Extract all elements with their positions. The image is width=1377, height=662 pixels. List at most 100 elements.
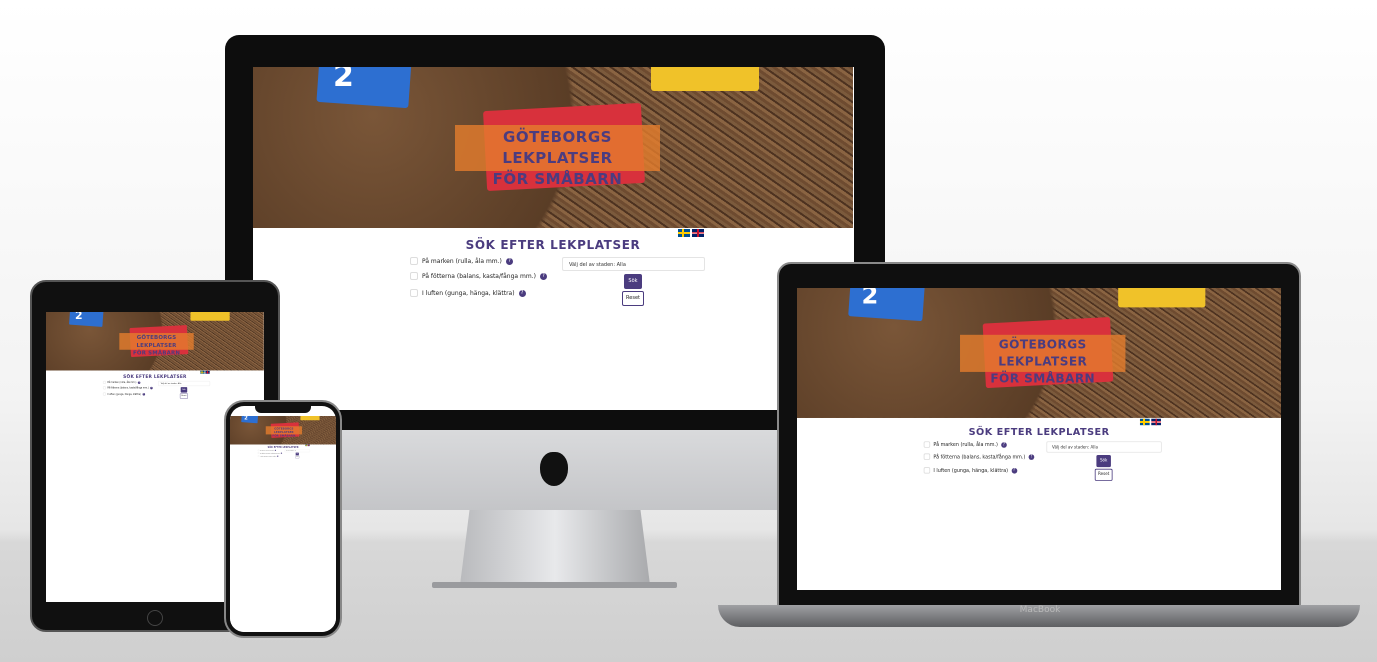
tile-number: 2 [244, 416, 248, 421]
language-switcher [678, 229, 704, 237]
option-ground[interactable]: På marken (rulla, åla mm.)? [410, 257, 513, 265]
phone-screen: 2 GÖTEBORGS LEKPLATSER FÖR SMÅBARN SÖK E… [230, 406, 336, 632]
option-air[interactable]: I luften (gunga, hänga, klättra)? [923, 467, 1017, 474]
title-line-1: GÖTEBORGS LEKPLATSER [136, 334, 177, 349]
help-icon[interactable]: ? [518, 289, 526, 297]
help-icon[interactable]: ? [1001, 441, 1007, 448]
option-air[interactable]: I luften (gunga, hänga, klättra)? [257, 455, 279, 457]
checkbox[interactable] [410, 257, 418, 265]
search-heading: SÖK EFTER LEKPLATSER [968, 425, 1110, 438]
option-ground[interactable]: På marken (rulla, åla mm.)? [923, 441, 1007, 448]
checkbox[interactable] [923, 441, 931, 448]
phone-notch [255, 405, 311, 413]
help-icon[interactable]: ? [142, 392, 145, 396]
hero-banner: 2 GÖTEBORGS LEKPLATSER FÖR SMÅBARN [230, 416, 336, 445]
reset-button[interactable]: Reset [1094, 468, 1113, 481]
reset-button[interactable]: Reset [622, 291, 644, 306]
option-air[interactable]: I luften (gunga, hänga, klättra)? [102, 392, 145, 396]
help-icon[interactable]: ? [1011, 467, 1017, 474]
option-air[interactable]: I luften (gunga, hänga, klättra)? [410, 289, 526, 297]
checkbox[interactable] [102, 380, 106, 384]
checkbox[interactable] [102, 392, 106, 396]
title-line-1: GÖTEBORGS LEKPLATSER [998, 337, 1088, 369]
option-label: På fötterna (balans, kasta/fånga mm.) [422, 272, 536, 280]
laptop-label: MacBook [1019, 605, 1061, 615]
hero-banner: 2 GÖTEBORGS LEKPLATSER FÖR SMÅBARN [253, 67, 853, 228]
option-label: På marken (rulla, åla mm.) [933, 441, 998, 448]
help-icon[interactable]: ? [150, 386, 153, 390]
checkbox[interactable] [923, 453, 931, 460]
website: 2 GÖTEBORGS LEKPLATSER FÖR SMÅBARN SÖK E… [797, 288, 1281, 590]
option-feet[interactable]: På fötterna (balans, kasta/fånga mm.)? [257, 452, 283, 454]
checkbox[interactable] [410, 272, 418, 280]
swedish-flag-icon[interactable] [678, 229, 690, 237]
option-label: På fötterna (balans, kasta/fånga mm.) [933, 453, 1026, 460]
search-button[interactable]: Sök [180, 387, 188, 393]
website: 2 GÖTEBORGS LEKPLATSER FÖR SMÅBARN SÖK E… [230, 416, 336, 632]
option-label: På marken (rulla, åla mm.) [107, 381, 137, 384]
reset-button[interactable]: Reset [179, 393, 188, 399]
checkbox[interactable] [923, 467, 931, 474]
search-heading: SÖK EFTER LEKPLATSER [465, 238, 641, 252]
yellow-tile-image [1118, 288, 1206, 308]
search-button[interactable]: Sök [1096, 455, 1111, 468]
help-icon[interactable]: ? [539, 272, 547, 280]
help-icon[interactable]: ? [274, 449, 277, 451]
site-title: GÖTEBORGS LEKPLATSER FÖR SMÅBARN [960, 334, 1126, 386]
search-heading: SÖK EFTER LEKPLATSER [123, 374, 187, 380]
help-icon[interactable]: ? [280, 452, 283, 454]
uk-flag-icon[interactable] [1151, 418, 1161, 426]
title-line-1: GÖTEBORGS LEKPLATSER [274, 426, 294, 434]
option-feet[interactable]: På fötterna (balans, kasta/fånga mm.)? [410, 272, 547, 280]
title-line-2: FÖR SMÅBARN [132, 349, 181, 356]
option-label: På fötterna (balans, kasta/fånga mm.) [107, 386, 149, 390]
tablet-home-button[interactable] [147, 610, 163, 626]
imac-screen: 2 GÖTEBORGS LEKPLATSER FÖR SMÅBARN SÖK E… [253, 67, 854, 410]
yellow-tile-image [300, 416, 320, 421]
checkbox[interactable] [102, 386, 106, 390]
website: 2 GÖTEBORGS LEKPLATSER FÖR SMÅBARN SÖK E… [253, 67, 853, 410]
district-select[interactable]: Välj del av staden: Alla [158, 380, 211, 387]
phone-time: 9:41 [240, 408, 252, 414]
option-ground[interactable]: På marken (rulla, åla mm.)? [257, 449, 277, 452]
swedish-flag-icon[interactable] [1139, 418, 1150, 426]
option-label: På fötterna (balans, kasta/fånga mm.) [259, 452, 281, 454]
yellow-tile-image [190, 312, 230, 321]
uk-flag-icon[interactable] [692, 229, 704, 237]
option-feet[interactable]: På fötterna (balans, kasta/fånga mm.)? [923, 453, 1035, 460]
site-title: GÖTEBORGS LEKPLATSER FÖR SMÅBARN [119, 333, 194, 356]
title-line-2: FÖR SMÅBARN [272, 434, 296, 438]
tile-number: 2 [75, 312, 83, 322]
blue-tile-image [848, 288, 925, 322]
title-line-1: GÖTEBORGS LEKPLATSER [502, 128, 613, 167]
blue-tile-image [316, 67, 412, 109]
language-switcher [1139, 418, 1161, 426]
option-label: I luften (gunga, hänga, klättra) [933, 467, 1009, 474]
laptop-screen: 2 GÖTEBORGS LEKPLATSER FÖR SMÅBARN SÖK E… [797, 288, 1281, 590]
search-button[interactable]: Sök [624, 274, 642, 289]
option-label: På marken (rulla, åla mm.) [259, 449, 275, 451]
option-label: I luften (gunga, hänga, klättra) [259, 455, 277, 457]
tile-number: 2 [861, 288, 879, 310]
hero-banner: 2 GÖTEBORGS LEKPLATSER FÖR SMÅBARN [46, 312, 264, 371]
search-heading: SÖK EFTER LEKPLATSER [267, 446, 299, 449]
help-icon[interactable]: ? [277, 455, 279, 457]
site-title: GÖTEBORGS LEKPLATSER FÖR SMÅBARN [455, 125, 660, 188]
option-feet[interactable]: På fötterna (balans, kasta/fånga mm.)? [102, 386, 153, 390]
option-label: I luften (gunga, hänga, klättra) [422, 289, 515, 297]
help-icon[interactable]: ? [505, 257, 513, 265]
option-ground[interactable]: På marken (rulla, åla mm.)? [102, 380, 141, 384]
district-select[interactable]: Välj del av staden: Alla [1046, 441, 1162, 453]
help-icon[interactable]: ? [1028, 453, 1035, 460]
imac-stand [460, 510, 650, 585]
title-line-2: FÖR SMÅBARN [990, 371, 1096, 386]
title-line-2: FÖR SMÅBARN [492, 170, 623, 188]
checkbox[interactable] [410, 289, 418, 297]
district-select[interactable]: Välj del av staden: Alla [562, 257, 705, 271]
tile-number: 2 [333, 67, 354, 94]
hero-banner: 2 GÖTEBORGS LEKPLATSER FÖR SMÅBARN [797, 288, 1281, 418]
help-icon[interactable]: ? [137, 381, 141, 384]
reset-button[interactable]: Reset [295, 455, 300, 459]
site-title: GÖTEBORGS LEKPLATSER FÖR SMÅBARN [265, 426, 303, 437]
yellow-tile-image [651, 67, 759, 91]
